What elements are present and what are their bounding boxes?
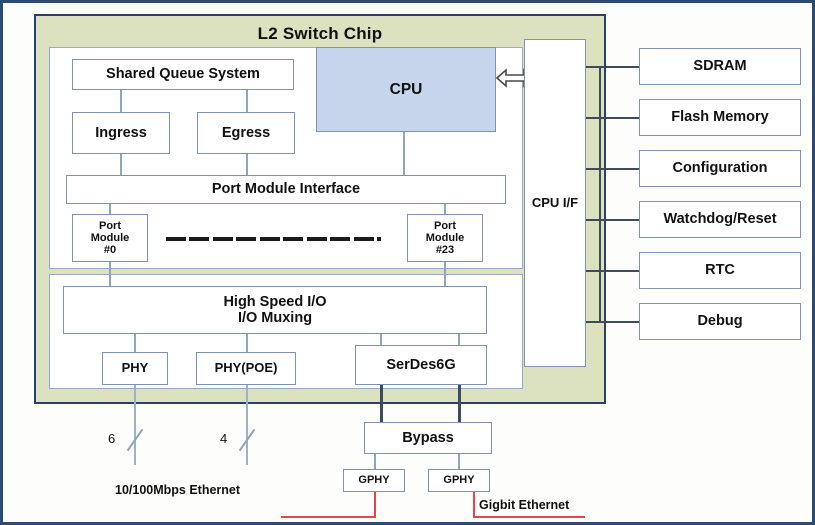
cpuif-peripheral-bus (599, 66, 601, 322)
connector-cpu-to-pmi (403, 132, 405, 175)
port-module-0-line-1: Port (99, 219, 121, 232)
peripheral-rtc-box[interactable]: RTC (639, 252, 801, 289)
serdes6g-box[interactable]: SerDes6G (355, 345, 487, 385)
peripheral-sdram-box[interactable]: SDRAM (639, 48, 801, 85)
port-module-23-box[interactable]: Port Module #23 (407, 214, 483, 262)
connector-pmi-to-pm0 (109, 204, 111, 214)
port-module-23-line-1: Port (434, 219, 456, 232)
port-module-0-line-2: Module (90, 231, 130, 244)
port-module-ellipsis (166, 236, 381, 241)
connector-cpuif-to-configuration (586, 168, 639, 170)
phy-poe-box[interactable]: PHY(POE) (196, 352, 296, 385)
connector-hsio-to-phy-poe (246, 334, 248, 352)
connector-cpuif-to-rtc (586, 270, 639, 272)
connector-serdes-to-bypass-left (380, 385, 383, 424)
peripheral-debug-box[interactable]: Debug (639, 303, 801, 340)
bypass-box[interactable]: Bypass (364, 422, 492, 454)
egress-box[interactable]: Egress (197, 112, 295, 154)
connector-bypass-to-gphy-left (374, 454, 376, 469)
shared-queue-system-box[interactable]: Shared Queue System (72, 59, 294, 90)
connector-hsio-to-phy (134, 334, 136, 352)
phy-box[interactable]: PHY (102, 352, 168, 385)
connector-egress-to-pmi (246, 154, 248, 175)
high-speed-io-box[interactable]: High Speed I/O I/O Muxing (63, 286, 487, 334)
port-module-0-box[interactable]: Port Module #0 (72, 214, 148, 262)
connector-ingress-to-pmi (120, 154, 122, 175)
connector-serdes-to-bypass-right (458, 385, 461, 424)
gigabit-ethernet-label: Gigbit Ethernet (479, 498, 570, 512)
connector-pmi-to-pm23 (444, 204, 446, 214)
bus-phy-poe-downlink (246, 385, 248, 465)
connector-sqs-to-egress (246, 90, 248, 112)
port-module-0-line-3: #0 (103, 244, 117, 257)
peripheral-watchdog-reset-box[interactable]: Watchdog/Reset (639, 201, 801, 238)
connector-cpuif-to-watchdog (586, 219, 639, 221)
gigabit-trace-left-horizontal (281, 516, 376, 518)
connector-pm0-to-hsio (109, 262, 111, 286)
port-module-23-line-2: Module (425, 231, 465, 244)
fast-ethernet-label: 10/100Mbps Ethernet (115, 483, 241, 497)
ingress-box[interactable]: Ingress (72, 112, 170, 154)
peripheral-configuration-box[interactable]: Configuration (639, 150, 801, 187)
connector-cpuif-to-flash (586, 117, 639, 119)
bus-width-label-phy-poe: 4 (220, 431, 228, 446)
connector-sqs-to-ingress (120, 90, 122, 112)
chip-title: L2 Switch Chip (257, 24, 383, 43)
connector-cpuif-to-sdram (586, 66, 639, 68)
high-speed-io-line-1: High Speed I/O (223, 293, 327, 310)
gigabit-trace-right-vertical (473, 492, 475, 518)
gigabit-trace-left-vertical (374, 492, 376, 518)
peripheral-flash-memory-box[interactable]: Flash Memory (639, 99, 801, 136)
high-speed-io-line-2: I/O Muxing (237, 310, 313, 326)
cpu-box[interactable]: CPU (316, 47, 496, 132)
connector-bypass-to-gphy-right (458, 454, 460, 469)
port-module-interface-box[interactable]: Port Module Interface (66, 175, 506, 204)
connector-pm23-to-hsio (444, 262, 446, 286)
bus-phy-downlink (134, 385, 136, 465)
gphy-left-box[interactable]: GPHY (343, 469, 405, 492)
connector-cpuif-to-debug (586, 321, 639, 323)
gigabit-trace-right-horizontal (473, 516, 585, 518)
gphy-right-box[interactable]: GPHY (428, 469, 490, 492)
cpu-if-box[interactable]: CPU I/F (524, 39, 586, 367)
diagram-canvas: L2 Switch Chip Shared Queue System Ingre… (0, 0, 815, 525)
bus-width-label-phy: 6 (108, 431, 116, 446)
port-module-23-line-3: #23 (435, 244, 455, 257)
